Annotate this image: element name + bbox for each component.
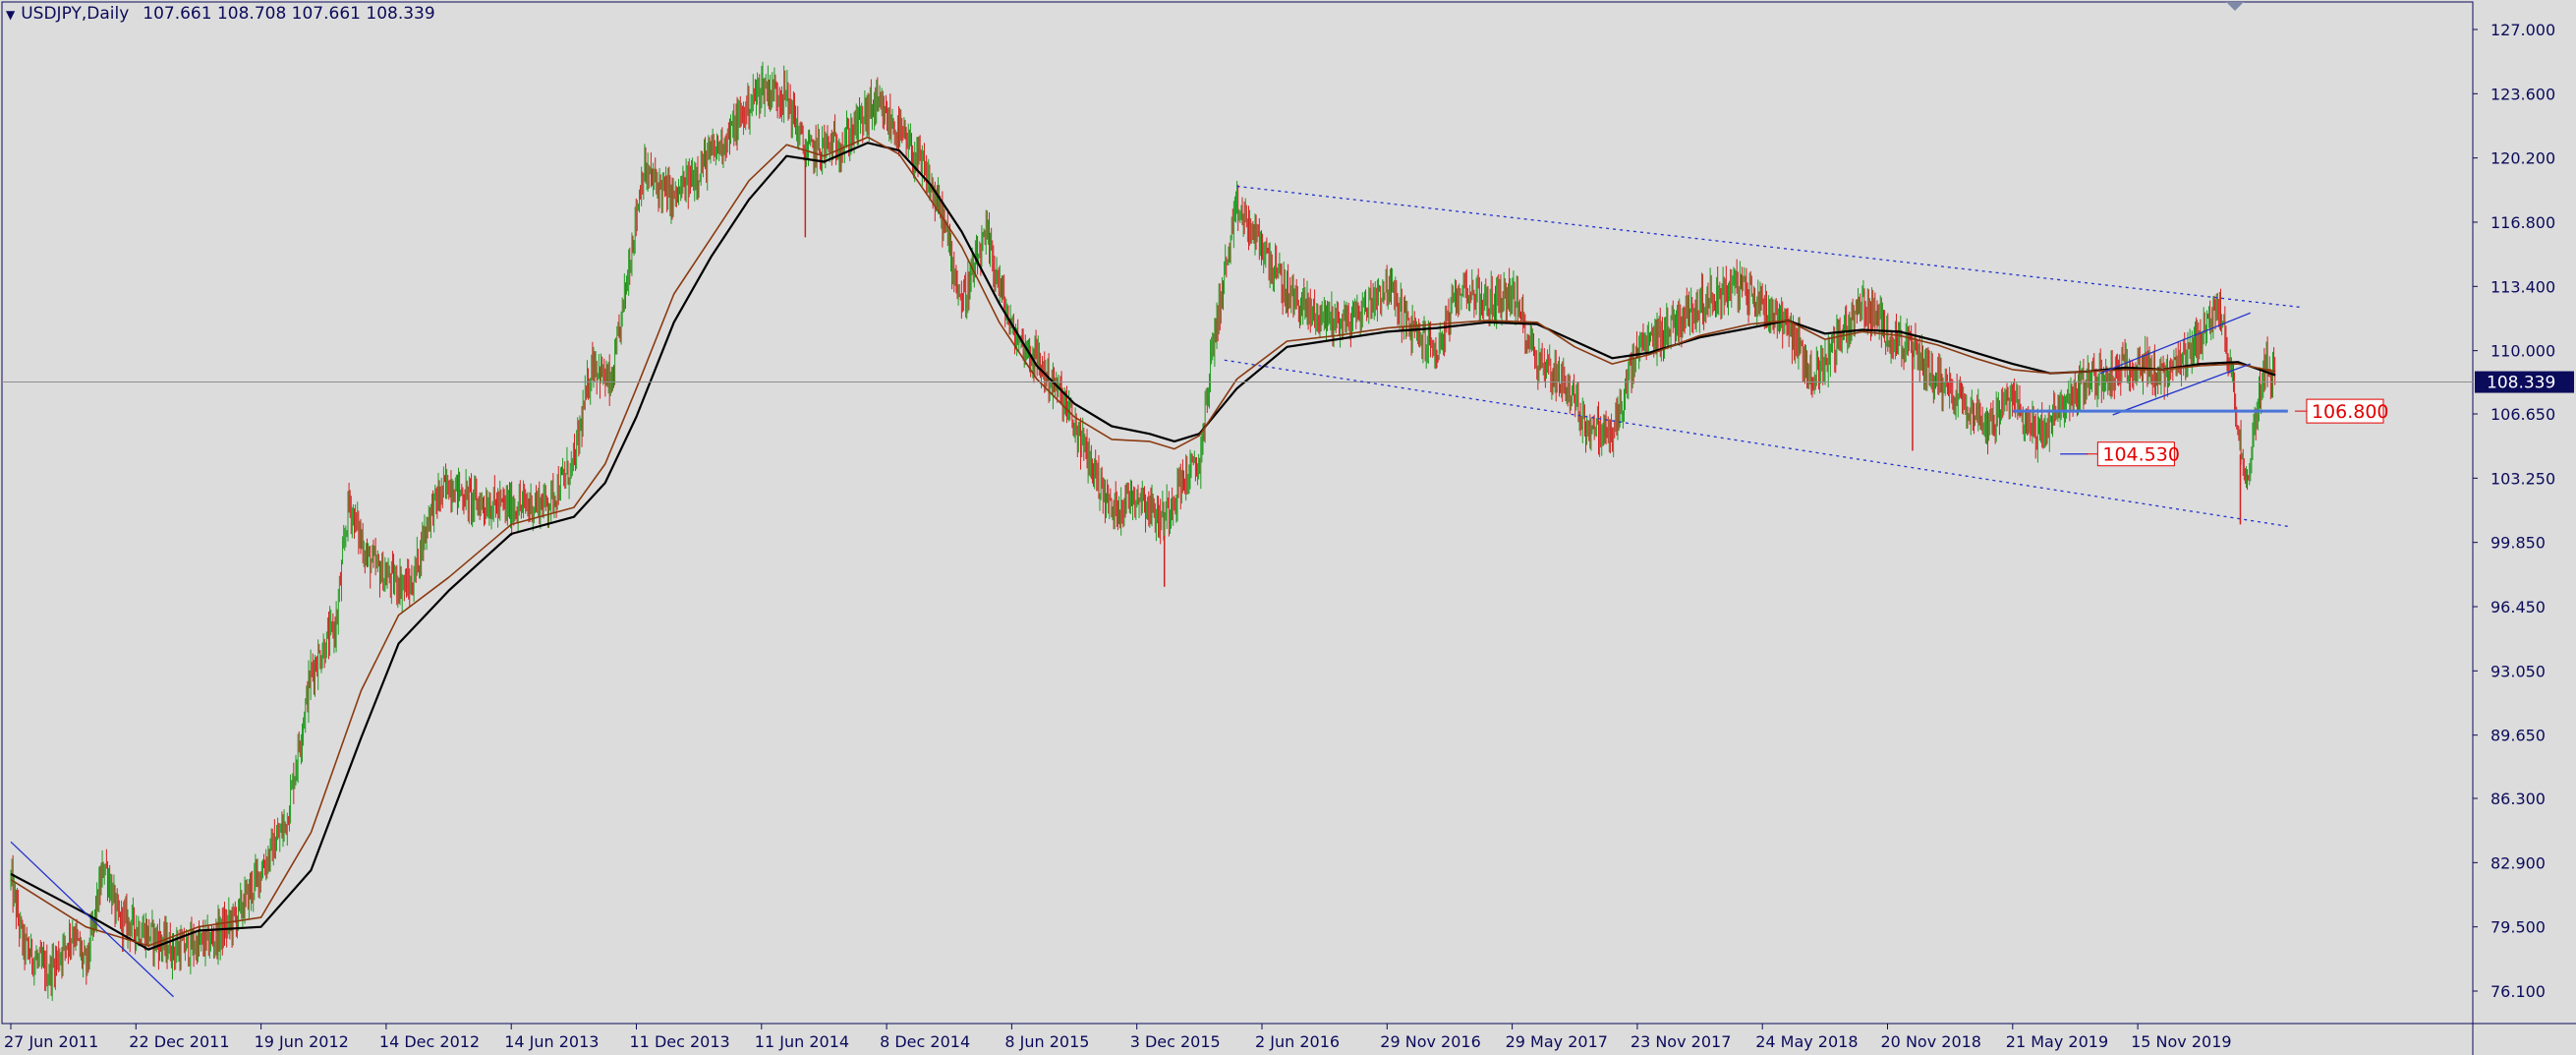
y-tick-label: 89.650 <box>2490 727 2546 745</box>
y-tick-label: 120.200 <box>2490 149 2555 168</box>
y-tick-label: 113.400 <box>2490 277 2555 296</box>
level-label: 104.530 <box>2102 444 2180 466</box>
y-tick-label: 79.500 <box>2490 918 2546 937</box>
price-chart[interactable]: 127.000 123.600 120.200 116.800 113.400 110.0… <box>0 0 2576 1055</box>
x-tick-label: 21 May 2019 <box>2006 1032 2108 1051</box>
x-tick-label: 22 Dec 2011 <box>129 1032 229 1051</box>
x-tick-label: 8 Dec 2014 <box>880 1032 970 1051</box>
x-tick-label: 15 Nov 2019 <box>2131 1032 2231 1051</box>
x-tick-label: 27 Jun 2011 <box>4 1032 98 1051</box>
price-axis[interactable]: 127.000 123.600 120.200 116.800 113.400 110.0… <box>2473 21 2574 1001</box>
chart-frame <box>1 1 2576 1055</box>
x-tick-label: 11 Jun 2014 <box>755 1032 849 1051</box>
ohlc-values: 107.661 108.708 107.661 108.339 <box>143 4 435 24</box>
y-tick-label: 127.000 <box>2490 21 2555 39</box>
y-tick-label: 96.450 <box>2490 598 2546 616</box>
level-label: 106.800 <box>2312 401 2389 423</box>
x-tick-label: 14 Jun 2013 <box>504 1032 599 1051</box>
y-tick-label: 76.100 <box>2490 982 2546 1001</box>
collapse-triangle-icon[interactable]: ▼ <box>6 8 15 22</box>
x-tick-label: 19 Jun 2012 <box>255 1032 349 1051</box>
y-tick-label: 93.050 <box>2490 662 2546 680</box>
time-axis[interactable]: 27 Jun 2011 22 Dec 2011 19 Jun 2012 14 Dec … <box>4 1024 2232 1051</box>
y-tick-label: 123.600 <box>2490 85 2555 103</box>
x-tick-label: 20 Nov 2018 <box>1881 1032 1981 1051</box>
x-tick-label: 29 May 2017 <box>1506 1032 1608 1051</box>
current-price-label: 108.339 <box>2487 374 2555 393</box>
x-tick-label: 29 Nov 2016 <box>1380 1032 1480 1051</box>
y-tick-label: 110.000 <box>2490 342 2555 361</box>
x-tick-label: 2 Jun 2016 <box>1255 1032 1340 1051</box>
y-tick-label: 116.800 <box>2490 213 2555 232</box>
x-tick-label: 24 May 2018 <box>1755 1032 1858 1051</box>
plot-area <box>1 1 2474 1025</box>
x-tick-label: 11 Dec 2013 <box>630 1032 730 1051</box>
y-tick-label: 103.250 <box>2490 469 2555 488</box>
y-tick-label: 82.900 <box>2490 853 2546 872</box>
x-tick-label: 8 Jun 2015 <box>1004 1032 1089 1051</box>
x-tick-label: 14 Dec 2012 <box>379 1032 480 1051</box>
symbol-header: ▼ USDJPY,Daily 107.661 108.708 107.661 108… <box>6 4 435 24</box>
y-tick-label: 106.650 <box>2490 405 2555 424</box>
symbol-label: USDJPY,Daily <box>21 4 130 24</box>
x-tick-label: 23 Nov 2017 <box>1631 1032 1731 1051</box>
y-tick-label: 86.300 <box>2490 790 2546 808</box>
chart-window: 127.000 123.600 120.200 116.800 113.400 110.0… <box>0 0 2576 1055</box>
y-tick-label: 99.850 <box>2490 534 2546 553</box>
x-tick-label: 3 Dec 2015 <box>1130 1032 1221 1051</box>
